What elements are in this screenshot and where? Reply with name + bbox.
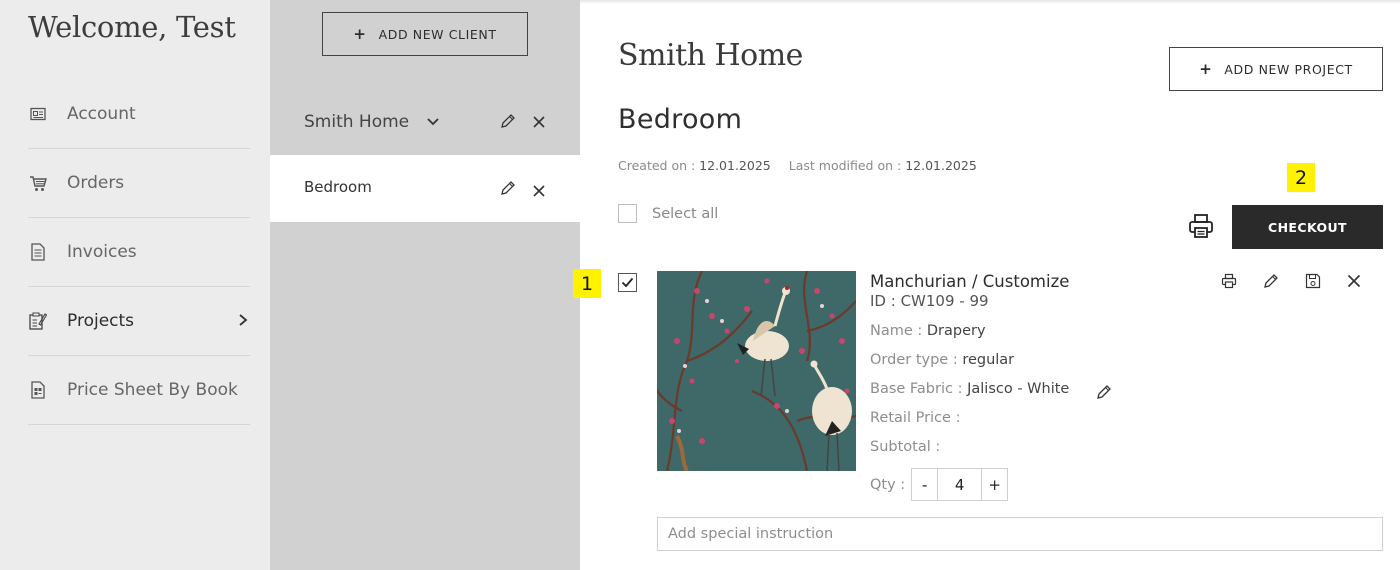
select-all-checkbox[interactable] [618, 204, 637, 223]
add-new-client-button[interactable]: + ADD NEW CLIENT [322, 12, 528, 56]
pencil-icon[interactable] [500, 113, 516, 129]
retail-price-field: Retail Price : [870, 410, 961, 426]
document-icon [28, 242, 48, 262]
price-sheet-icon [28, 380, 48, 400]
field-label: Name : [870, 323, 927, 339]
projects-icon [28, 311, 48, 331]
field-value: Drapery [926, 323, 986, 339]
nav-item-label: Price Sheet By Book [67, 380, 238, 400]
welcome-heading: Welcome, Test [28, 10, 236, 44]
annotation-badge-1: 1 [573, 269, 601, 298]
plus-icon: + [353, 25, 367, 43]
project-dates: Created on : 12.01.2025 Last modified on … [618, 158, 977, 173]
item-details: Manchurian / Customize ID : CW109 - 99 N… [870, 272, 1069, 457]
project-title: Bedroom [618, 104, 743, 135]
checkout-button[interactable]: CHECKOUT [1232, 205, 1383, 249]
nav-item-label: Invoices [67, 242, 137, 262]
field-label: Base Fabric : [870, 381, 968, 397]
nav-item-projects[interactable]: Projects [28, 287, 250, 356]
field-label: Order type : [870, 352, 963, 368]
item-id: ID : CW109 - 99 [870, 292, 989, 310]
item-save-icon[interactable] [1305, 273, 1321, 293]
plus-icon: + [1199, 60, 1213, 78]
field-value: regular [962, 352, 1015, 368]
close-icon[interactable] [532, 181, 546, 201]
nav-item-price-sheet[interactable]: Price Sheet By Book [28, 356, 250, 425]
fabric-swatch-image [657, 271, 856, 471]
print-icon[interactable] [1187, 212, 1215, 240]
add-new-client-label: ADD NEW CLIENT [378, 26, 497, 42]
quantity-stepper: Qty : - 4 + [870, 468, 1009, 501]
nav-item-label: Account [67, 104, 136, 124]
add-new-project-button[interactable]: + ADD NEW PROJECT [1169, 47, 1383, 91]
project-row-bedroom[interactable]: Bedroom [270, 155, 580, 222]
cart-icon [28, 173, 48, 193]
qty-label: Qty : [870, 476, 906, 493]
item-edit-pencil-icon[interactable] [1263, 273, 1279, 293]
qty-decrement-button[interactable]: - [912, 469, 937, 500]
nav-item-label: Orders [67, 173, 125, 193]
subtotal-field: Subtotal : [870, 439, 941, 455]
sidebar-nav: Welcome, Test Account Orders Invoices Pr… [0, 0, 270, 570]
client-title: Smith Home [618, 38, 803, 73]
nav-list: Account Orders Invoices Projects Price S… [28, 80, 250, 425]
annotation-badge-2: 2 [1287, 163, 1315, 192]
nav-item-orders[interactable]: Orders [28, 149, 250, 218]
qty-increment-button[interactable]: + [982, 469, 1007, 500]
nav-item-account[interactable]: Account [28, 80, 250, 149]
project-main: Smith Home + ADD NEW PROJECT Bedroom Cre… [573, 0, 1400, 570]
client-column: + ADD NEW CLIENT Smith Home Bedroom [270, 0, 580, 570]
item-remove-close-icon[interactable] [1346, 273, 1362, 293]
base-fabric-field: Base Fabric : Jalisco - White [870, 381, 1069, 399]
qty-value[interactable]: 4 [937, 469, 983, 500]
pencil-icon[interactable] [500, 180, 516, 196]
select-all[interactable]: Select all [618, 204, 718, 223]
special-instruction-input[interactable] [657, 517, 1383, 551]
created-label: Created on : [618, 158, 700, 173]
edit-base-fabric-pencil-icon[interactable] [1096, 384, 1112, 400]
nav-item-label: Projects [67, 311, 135, 331]
add-new-project-label: ADD NEW PROJECT [1224, 61, 1353, 77]
select-all-label: Select all [652, 205, 719, 222]
modified-label: Last modified on : [788, 158, 906, 173]
close-icon[interactable] [532, 112, 546, 132]
chevron-down-icon[interactable] [426, 112, 440, 131]
nav-item-invoices[interactable]: Invoices [28, 218, 250, 287]
chevron-right-icon [238, 311, 248, 332]
item-print-icon[interactable] [1221, 273, 1237, 293]
item-title: Manchurian / Customize [870, 272, 1070, 291]
field-value: Jalisco - White [967, 381, 1070, 397]
item-checkbox[interactable] [618, 273, 637, 292]
client-row-smith-home[interactable]: Smith Home [270, 88, 580, 155]
account-card-icon [28, 104, 48, 124]
modified-value: 12.01.2025 [905, 158, 977, 173]
client-name: Smith Home [304, 111, 410, 132]
item-name-field: Name : Drapery [870, 323, 1069, 341]
order-type-field: Order type : regular [870, 352, 1069, 370]
created-value: 12.01.2025 [699, 158, 771, 173]
qty-box: - 4 + [911, 468, 1009, 501]
project-name: Bedroom [304, 178, 372, 196]
